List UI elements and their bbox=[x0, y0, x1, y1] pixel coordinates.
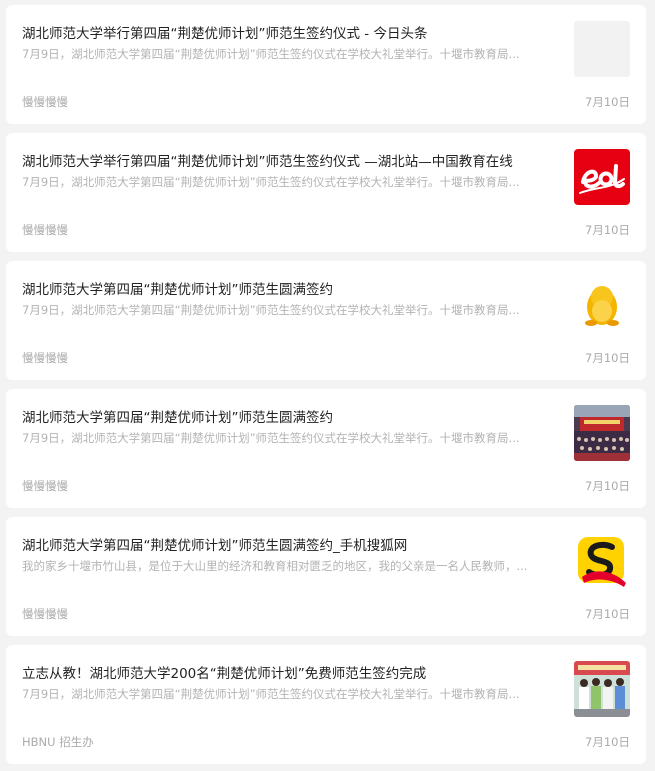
news-date: 7月10日 bbox=[585, 607, 630, 621]
news-source: HBNU 招生办 bbox=[22, 735, 94, 749]
news-date: 7月10日 bbox=[585, 479, 630, 493]
news-summary: 我的家乡十堰市竹山县，是位于大山里的经济和教育相对匮乏的地区，我的父亲是一名人民… bbox=[22, 559, 528, 573]
news-date: 7月10日 bbox=[585, 351, 630, 365]
blank-thumbnail[interactable] bbox=[574, 21, 630, 77]
news-summary: 7月9日，湖北师范大学第四届“荆楚优师计划”师范生签约仪式在学校大礼堂举行。十堰… bbox=[22, 47, 520, 61]
news-card[interactable]: 湖北师范大学第四届“荆楚优师计划”师范生圆满签约_手机搜狐网 我的家乡十堰市竹山… bbox=[6, 517, 646, 636]
news-source: 慢慢慢慢 bbox=[22, 479, 68, 493]
news-title[interactable]: 湖北师范大学第四届“荆楚优师计划”师范生圆满签约 bbox=[22, 280, 562, 300]
auditorium-photo-thumbnail[interactable] bbox=[574, 405, 630, 461]
news-source: 慢慢慢慢 bbox=[22, 607, 68, 621]
news-date: 7月10日 bbox=[585, 735, 630, 749]
news-card[interactable]: 湖北师范大学举行第四届“荆楚优师计划”师范生签约仪式 - 今日头条 7月9日，湖… bbox=[6, 5, 646, 124]
sohu-logo-thumbnail[interactable] bbox=[574, 533, 630, 589]
news-title[interactable]: 湖北师范大学第四届“荆楚优师计划”师范生圆满签约 bbox=[22, 408, 562, 428]
news-list: 湖北师范大学举行第四届“荆楚优师计划”师范生签约仪式 - 今日头条 7月9日，湖… bbox=[0, 0, 655, 764]
news-title[interactable]: 湖北师范大学第四届“荆楚优师计划”师范生圆满签约_手机搜狐网 bbox=[22, 536, 562, 556]
news-card[interactable]: 立志从教！湖北师范大学200名“荆楚优师计划”免费师范生签约完成 7月9日，湖北… bbox=[6, 645, 646, 764]
news-summary: 7月9日，湖北师范大学第四届“荆楚优师计划”师范生签约仪式在学校大礼堂举行。十堰… bbox=[22, 175, 520, 189]
students-photo-thumbnail[interactable] bbox=[574, 661, 630, 717]
news-source: 慢慢慢慢 bbox=[22, 95, 68, 109]
news-title[interactable]: 湖北师范大学举行第四届“荆楚优师计划”师范生签约仪式 —湖北站—中国教育在线 bbox=[22, 152, 562, 172]
eol-logo-thumbnail[interactable] bbox=[574, 149, 630, 205]
news-card[interactable]: 湖北师范大学举行第四届“荆楚优师计划”师范生签约仪式 —湖北站—中国教育在线 7… bbox=[6, 133, 646, 252]
news-title[interactable]: 湖北师范大学举行第四届“荆楚优师计划”师范生签约仪式 - 今日头条 bbox=[22, 24, 562, 44]
news-date: 7月10日 bbox=[585, 95, 630, 109]
news-source: 慢慢慢慢 bbox=[22, 223, 68, 237]
news-summary: 7月9日，湖北师范大学第四届“荆楚优师计划”师范生签约仪式在学校大礼堂举行。十堰… bbox=[22, 431, 520, 445]
news-card[interactable]: 湖北师范大学第四届“荆楚优师计划”师范生圆满签约 7月9日，湖北师范大学第四届“… bbox=[6, 389, 646, 508]
news-title[interactable]: 立志从教！湖北师范大学200名“荆楚优师计划”免费师范生签约完成 bbox=[22, 664, 562, 684]
news-date: 7月10日 bbox=[585, 223, 630, 237]
news-card[interactable]: 湖北师范大学第四届“荆楚优师计划”师范生圆满签约 7月9日，湖北师范大学第四届“… bbox=[6, 261, 646, 380]
penguin-logo-thumbnail[interactable] bbox=[574, 277, 630, 333]
news-source: 慢慢慢慢 bbox=[22, 351, 68, 365]
news-summary: 7月9日，湖北师范大学第四届“荆楚优师计划”师范生签约仪式在学校大礼堂举行。十堰… bbox=[22, 303, 520, 317]
news-summary: 7月9日，湖北师范大学第四届“荆楚优师计划”师范生签约仪式在学校大礼堂举行。十堰… bbox=[22, 687, 520, 701]
